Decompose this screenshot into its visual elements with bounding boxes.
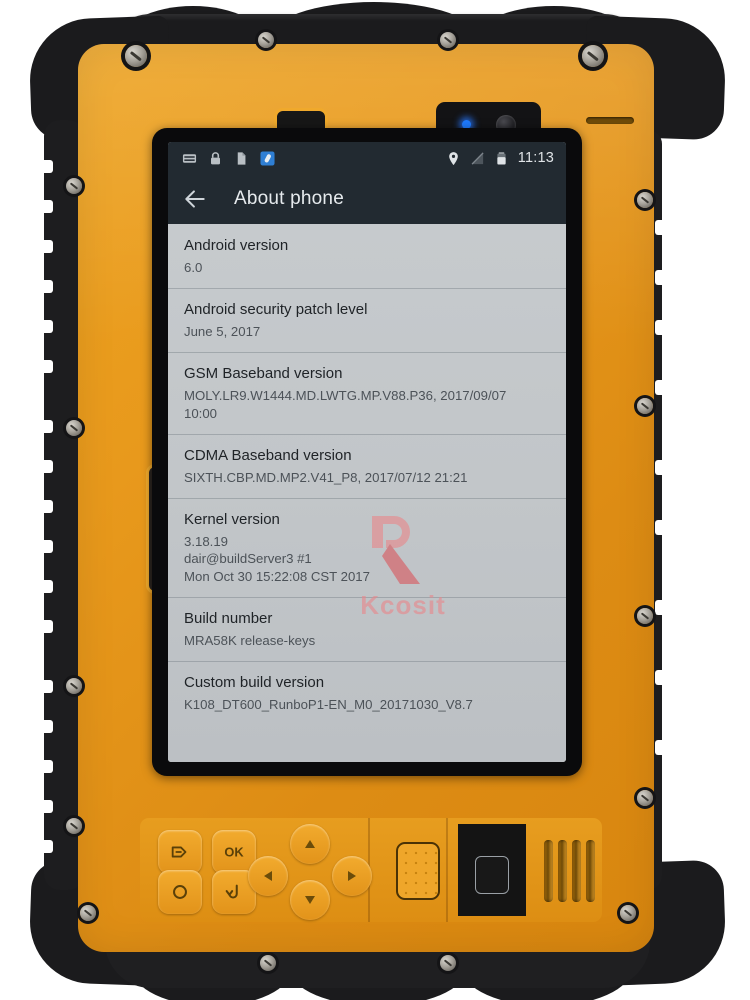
list-item-value: K108_DT600_RunboP1-EN_M0_20171030_V8.7 xyxy=(184,697,473,713)
list-item-title: Kernel version xyxy=(184,511,280,529)
list-item-title: CDMA Baseband version xyxy=(184,446,352,464)
list-item[interactable]: Build number MRA58K release-keys xyxy=(168,597,566,661)
list-item-value: MOLY.LR9.W1444.MD.LWTG.MP.V88.P36, 2017/… xyxy=(184,388,507,421)
screw xyxy=(582,45,604,67)
status-bar-left-icons xyxy=(182,150,275,166)
list-item-title: Android version xyxy=(184,237,289,254)
dpad-up-button[interactable] xyxy=(290,824,330,864)
screw xyxy=(66,818,82,834)
arrow-into-box-icon xyxy=(171,846,187,858)
fingerprint-sensor[interactable] xyxy=(475,856,509,894)
status-bar-clock: 11:13 xyxy=(517,150,554,166)
about-phone-list: Android version 6.0 Android security pat… xyxy=(168,224,566,762)
svg-text:OK: OK xyxy=(224,845,244,860)
textured-scan-button[interactable] xyxy=(396,842,440,900)
screw xyxy=(440,955,456,971)
fingerprint-panel xyxy=(458,824,526,916)
triangle-up-icon xyxy=(305,840,315,848)
screw xyxy=(637,790,653,806)
screw xyxy=(440,32,456,48)
screw xyxy=(620,905,636,921)
list-item-value: 3.18.19 dair@buildServer3 #1 Mon Oct 30 … xyxy=(184,533,370,584)
triangle-left-icon xyxy=(264,871,272,881)
screw xyxy=(125,45,147,67)
power-button[interactable] xyxy=(158,870,202,914)
screw xyxy=(66,178,82,194)
file-document-icon xyxy=(237,151,246,165)
location-pin-icon xyxy=(448,151,458,165)
dpad-right-button[interactable] xyxy=(332,856,372,896)
earpiece-speaker-slot xyxy=(586,117,634,124)
status-bar-right-icons: 11:13 xyxy=(446,150,554,166)
screw xyxy=(258,32,274,48)
list-item-value: MRA58K release-keys xyxy=(184,632,316,648)
physical-keypad: OK xyxy=(140,818,602,922)
battery-icon xyxy=(497,151,506,164)
signal-off-icon xyxy=(471,151,484,165)
triangle-right-icon xyxy=(348,871,356,881)
list-item-value: June 5, 2017 xyxy=(184,323,261,339)
speaker-grille xyxy=(544,840,596,902)
page-title: About phone xyxy=(234,188,344,209)
usb-debug-icon xyxy=(260,150,275,166)
screw xyxy=(80,905,96,921)
scan-trigger-button[interactable] xyxy=(158,830,202,874)
keypad-divider xyxy=(446,818,448,922)
triangle-down-icon xyxy=(305,896,315,904)
list-item-title: Build number xyxy=(184,610,273,628)
list-item-title: GSM Baseband version xyxy=(184,365,343,383)
list-item[interactable]: Kernel version 3.18.19 dair@buildServer3… xyxy=(168,498,566,597)
screenshot-stage: 11:13 About phone Android version 6.0 An… xyxy=(0,0,750,1000)
list-item[interactable]: CDMA Baseband version SIXTH.CBP.MD.MP2.V… xyxy=(168,433,566,498)
display-screen[interactable]: 11:13 About phone Android version 6.0 An… xyxy=(168,142,566,762)
screw xyxy=(637,608,653,624)
status-bar: 11:13 xyxy=(168,142,566,174)
list-item-value: SIXTH.CBP.MD.MP2.V41_P8, 2017/07/12 21:2… xyxy=(184,469,468,485)
lock-icon xyxy=(211,151,220,164)
circle-icon xyxy=(173,885,187,899)
list-item[interactable]: Android version 6.0 xyxy=(168,224,566,288)
dpad-left-button[interactable] xyxy=(248,856,288,896)
screw xyxy=(260,955,276,971)
list-item[interactable]: Custom build version K108_DT600_RunboP1-… xyxy=(168,661,566,725)
list-item-title: Android security patch level xyxy=(184,301,368,319)
sim-card-icon xyxy=(182,153,197,163)
list-item-value: 6.0 xyxy=(184,259,203,275)
back-arrow-icon[interactable] xyxy=(182,186,208,212)
screw xyxy=(66,420,82,436)
return-arrow-icon xyxy=(225,884,238,899)
dpad-down-button[interactable] xyxy=(290,880,330,920)
display-bezel: 11:13 About phone Android version 6.0 An… xyxy=(152,128,582,776)
screw xyxy=(66,678,82,694)
screw xyxy=(637,398,653,414)
list-item-title: Custom build version xyxy=(184,674,325,692)
list-item[interactable]: GSM Baseband version MOLY.LR9.W1444.MD.L… xyxy=(168,352,566,434)
ok-icon: OK xyxy=(224,845,244,860)
screw xyxy=(637,192,653,208)
list-item[interactable]: Android security patch level June 5, 201… xyxy=(168,288,566,352)
action-bar: About phone xyxy=(168,174,566,224)
